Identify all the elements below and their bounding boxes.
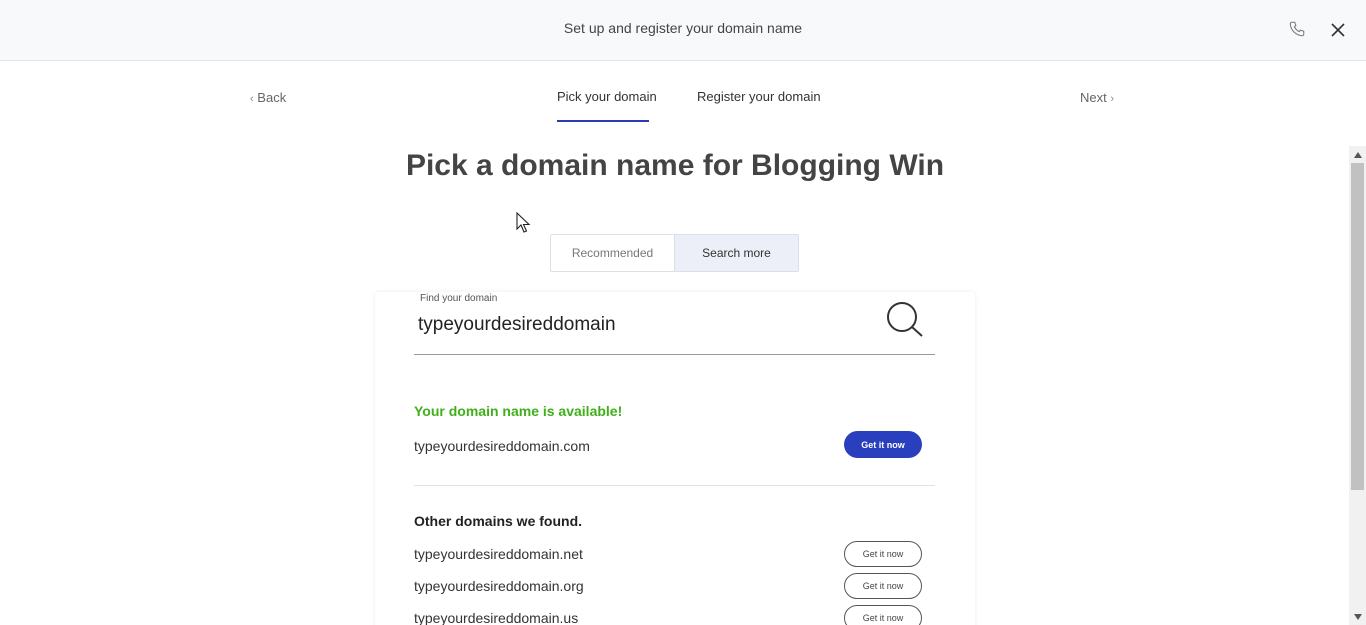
other-domain-name: typeyourdesireddomain.net	[414, 546, 583, 562]
wizard-title: Set up and register your domain name	[563, 20, 803, 36]
next-label: Next	[1080, 90, 1107, 105]
get-it-now-button[interactable]: Get it now	[844, 541, 922, 567]
chevron-right-icon: ›	[1110, 93, 1115, 105]
domain-search-input[interactable]	[418, 310, 868, 340]
tab-pick-your-domain[interactable]: Pick your domain	[557, 89, 657, 104]
other-domain-name: typeyourdesireddomain.us	[414, 610, 579, 625]
search-more-tab[interactable]: Search more	[674, 235, 798, 271]
other-domain-name: typeyourdesireddomain.org	[414, 578, 584, 594]
search-underline	[414, 354, 935, 355]
list-item: typeyourdesireddomain.net Get it now	[414, 541, 922, 567]
scroll-down-arrow-icon[interactable]	[1349, 608, 1366, 625]
chevron-left-icon: ‹	[250, 93, 254, 105]
top-bar: Set up and register your domain name	[0, 0, 1366, 61]
tab-register-your-domain[interactable]: Register your domain	[697, 89, 821, 104]
close-icon[interactable]	[1330, 22, 1346, 38]
get-it-now-button[interactable]: Get it now	[844, 573, 922, 599]
domain-mode-toggle: Recommended Search more	[550, 234, 799, 272]
get-it-now-button[interactable]: Get it now	[844, 605, 922, 625]
scrollbar-thumb[interactable]	[1351, 163, 1364, 490]
phone-icon[interactable]	[1288, 20, 1306, 38]
scrollbar[interactable]	[1349, 146, 1366, 625]
get-it-now-button-primary[interactable]: Get it now	[844, 431, 922, 458]
back-button[interactable]: ‹ Back	[250, 90, 286, 105]
scroll-up-arrow-icon[interactable]	[1349, 146, 1366, 163]
available-domain-name: typeyourdesireddomain.com	[414, 438, 590, 454]
divider	[414, 485, 935, 486]
page-title: Pick a domain name for Blogging Win	[405, 149, 945, 182]
availability-status: Your domain name is available!	[414, 403, 623, 419]
cursor-icon	[516, 212, 531, 233]
active-tab-indicator	[557, 120, 649, 122]
search-field-label: Find your domain	[420, 293, 498, 304]
list-item: typeyourdesireddomain.us Get it now	[414, 605, 922, 625]
recommended-tab[interactable]: Recommended	[551, 235, 674, 271]
next-button[interactable]: Next ›	[1080, 90, 1114, 105]
other-domains-title: Other domains we found.	[414, 513, 583, 529]
list-item: typeyourdesireddomain.org Get it now	[414, 573, 922, 599]
search-icon[interactable]	[884, 300, 924, 340]
back-label: Back	[257, 90, 287, 105]
